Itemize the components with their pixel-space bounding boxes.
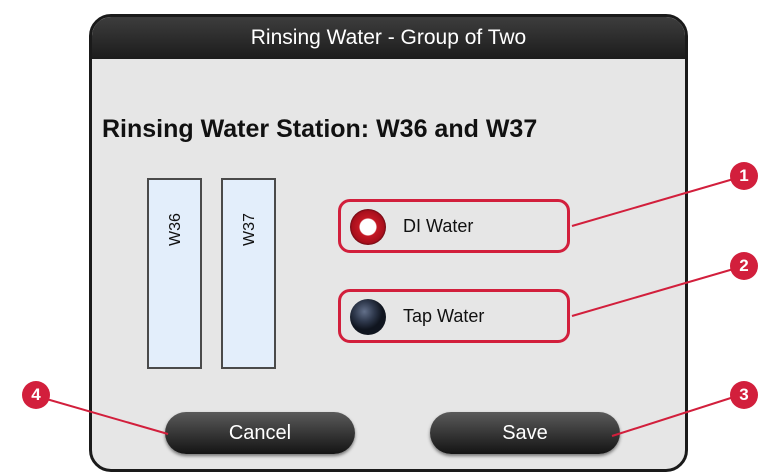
callout-1: 1 xyxy=(730,162,758,190)
radio-selected-icon[interactable] xyxy=(350,209,386,245)
save-button[interactable]: Save xyxy=(430,412,620,454)
di-water-option[interactable]: DI Water xyxy=(338,199,570,253)
callout-2: 2 xyxy=(730,252,758,280)
tap-water-label: Tap Water xyxy=(403,306,485,326)
callout-4: 4 xyxy=(22,381,50,409)
vessel-w37: W37 xyxy=(221,178,276,369)
rinsing-water-dialog: Rinsing Water - Group of Two Rinsing Wat… xyxy=(89,14,688,472)
dialog-title: Rinsing Water - Group of Two xyxy=(92,17,685,59)
station-title: Rinsing Water Station: W36 and W37 xyxy=(102,115,538,143)
vessel-w36: W36 xyxy=(147,178,202,369)
vessel-label: W37 xyxy=(241,213,258,246)
cancel-button[interactable]: Cancel xyxy=(165,412,355,454)
tap-water-option[interactable]: Tap Water xyxy=(338,289,570,343)
di-water-label: DI Water xyxy=(403,216,474,236)
callout-3: 3 xyxy=(730,381,758,409)
vessel-label: W36 xyxy=(167,213,184,246)
radio-unselected-icon[interactable] xyxy=(350,299,386,335)
